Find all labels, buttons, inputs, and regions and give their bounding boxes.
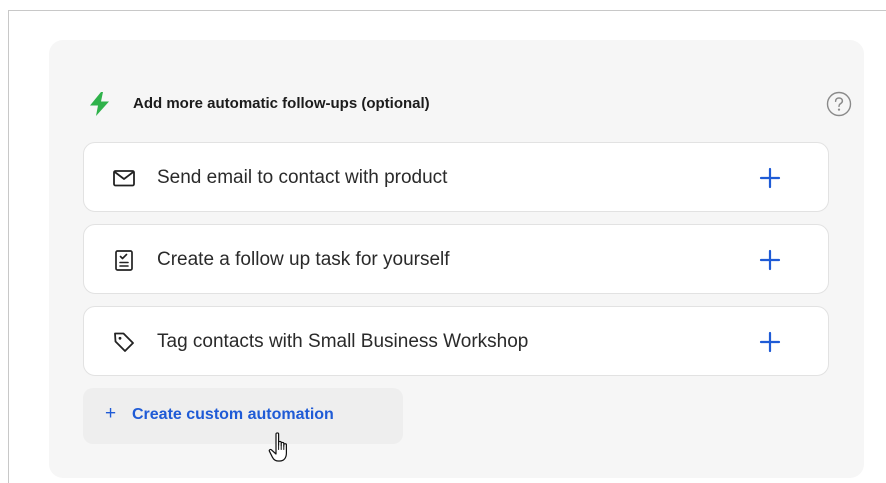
tag-icon bbox=[112, 330, 136, 354]
hand-pointer-icon bbox=[267, 431, 295, 465]
lightning-bolt-icon bbox=[89, 92, 110, 116]
add-icon[interactable] bbox=[758, 248, 782, 272]
action-label: Create a follow up task for yourself bbox=[157, 249, 450, 270]
window-frame: Add more automatic follow-ups (optional)… bbox=[8, 10, 886, 483]
panel-title: Add more automatic follow-ups (optional) bbox=[133, 95, 430, 112]
checklist-icon bbox=[112, 248, 136, 272]
add-icon[interactable] bbox=[758, 166, 782, 190]
question-circle-icon[interactable] bbox=[826, 91, 852, 117]
add-icon[interactable] bbox=[758, 330, 782, 354]
create-custom-automation-button[interactable]: + Create custom automation bbox=[83, 388, 403, 444]
action-card-create-task[interactable]: Create a follow up task for yourself bbox=[83, 224, 829, 294]
action-card-send-email[interactable]: Send email to contact with product bbox=[83, 142, 829, 212]
action-card-tag-contacts[interactable]: Tag contacts with Small Business Worksho… bbox=[83, 306, 829, 376]
envelope-icon bbox=[112, 166, 136, 190]
create-custom-automation-label: Create custom automation bbox=[132, 406, 334, 423]
action-label: Tag contacts with Small Business Worksho… bbox=[157, 331, 529, 352]
plus-icon: + bbox=[105, 403, 117, 424]
panel-header: Add more automatic follow-ups (optional) bbox=[89, 91, 852, 117]
follow-ups-panel: Add more automatic follow-ups (optional)… bbox=[49, 40, 864, 478]
action-label: Send email to contact with product bbox=[157, 167, 448, 188]
